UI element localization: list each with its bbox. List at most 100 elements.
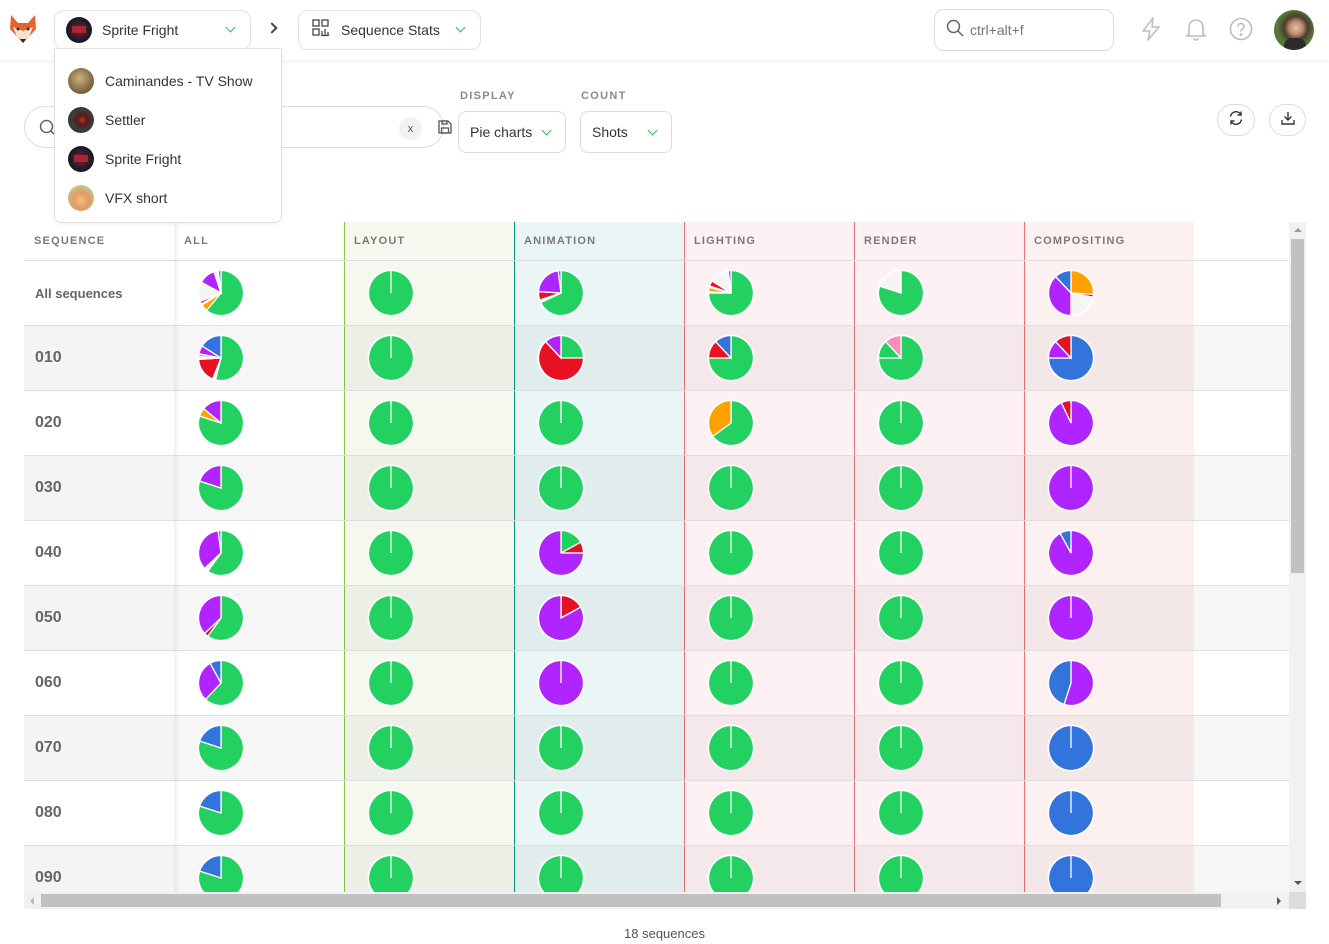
project-option[interactable]: Sprite Fright xyxy=(55,139,281,178)
vertical-scrollbar[interactable] xyxy=(1289,222,1306,892)
clear-search-button[interactable]: x xyxy=(399,117,422,140)
pie-chart-layout[interactable] xyxy=(367,724,415,772)
download-button[interactable] xyxy=(1269,104,1306,136)
column-header-compositing[interactable]: COMPOSITING xyxy=(1024,222,1194,260)
pie-chart-lighting[interactable] xyxy=(707,464,755,512)
refresh-button[interactable] xyxy=(1217,104,1255,136)
sequence-name[interactable]: 070 xyxy=(24,716,174,780)
pie-chart-compositing[interactable] xyxy=(1047,724,1095,772)
project-option[interactable]: Settler xyxy=(55,100,281,139)
pie-chart-all[interactable] xyxy=(197,399,245,447)
pie-chart-render[interactable] xyxy=(877,789,925,837)
pie-chart-compositing[interactable] xyxy=(1047,529,1095,577)
pie-chart-all[interactable] xyxy=(197,724,245,772)
pie-slice-done xyxy=(707,464,755,512)
pie-chart-layout[interactable] xyxy=(367,399,415,447)
pie-chart-render[interactable] xyxy=(877,464,925,512)
pie-chart-compositing[interactable] xyxy=(1047,594,1095,642)
pie-chart-lighting[interactable] xyxy=(707,724,755,772)
pie-chart-compositing[interactable] xyxy=(1047,334,1095,382)
pie-chart-lighting[interactable] xyxy=(707,399,755,447)
scroll-up-icon[interactable] xyxy=(1294,228,1302,232)
pie-chart-all[interactable] xyxy=(197,789,245,837)
lightning-icon[interactable] xyxy=(1138,16,1164,42)
pie-chart-layout[interactable] xyxy=(367,334,415,382)
column-header-render[interactable]: RENDER xyxy=(854,222,1024,260)
pie-chart-render[interactable] xyxy=(877,334,925,382)
project-option[interactable]: Caminandes - TV Show xyxy=(55,61,281,100)
sequence-name[interactable]: 080 xyxy=(24,781,174,845)
global-search[interactable] xyxy=(934,9,1114,51)
pie-chart-all[interactable] xyxy=(197,464,245,512)
pie-chart-compositing[interactable] xyxy=(1047,269,1095,317)
pie-chart-compositing[interactable] xyxy=(1047,399,1095,447)
sequence-name[interactable]: 050 xyxy=(24,586,174,650)
pie-chart-render[interactable] xyxy=(877,269,925,317)
project-option[interactable]: VFX short xyxy=(55,178,281,217)
pie-chart-all[interactable] xyxy=(197,334,245,382)
pie-chart-render[interactable] xyxy=(877,399,925,447)
user-avatar[interactable] xyxy=(1274,10,1314,50)
project-selector[interactable]: Sprite Fright xyxy=(54,10,251,50)
vertical-scroll-thumb[interactable] xyxy=(1291,239,1304,573)
horizontal-scroll-thumb[interactable] xyxy=(41,894,1221,907)
horizontal-scrollbar[interactable] xyxy=(24,892,1289,909)
sequence-name[interactable]: All sequences xyxy=(24,261,174,325)
help-circle-icon[interactable] xyxy=(1228,16,1254,42)
pie-chart-all[interactable] xyxy=(197,269,245,317)
column-header-layout[interactable]: LAYOUT xyxy=(344,222,514,260)
pie-chart-animation[interactable] xyxy=(537,724,585,772)
bell-icon[interactable] xyxy=(1183,16,1209,42)
scroll-left-icon[interactable] xyxy=(30,897,34,905)
pie-chart-compositing[interactable] xyxy=(1047,464,1095,512)
pie-chart-layout[interactable] xyxy=(367,789,415,837)
pie-chart-all[interactable] xyxy=(197,659,245,707)
pie-chart-animation[interactable] xyxy=(537,594,585,642)
pie-chart-animation[interactable] xyxy=(537,464,585,512)
pie-chart-render[interactable] xyxy=(877,659,925,707)
pie-chart-lighting[interactable] xyxy=(707,269,755,317)
pie-chart-layout[interactable] xyxy=(367,594,415,642)
pie-chart-render[interactable] xyxy=(877,594,925,642)
pie-chart-compositing[interactable] xyxy=(1047,659,1095,707)
sequence-name[interactable]: 020 xyxy=(24,391,174,455)
pie-chart-layout[interactable] xyxy=(367,269,415,317)
pie-chart-lighting[interactable] xyxy=(707,659,755,707)
column-header-all[interactable]: ALL xyxy=(174,222,344,260)
pie-chart-animation[interactable] xyxy=(537,789,585,837)
save-icon[interactable] xyxy=(437,119,455,137)
scroll-down-icon[interactable] xyxy=(1294,881,1302,885)
pie-chart-animation[interactable] xyxy=(537,399,585,447)
column-header-lighting[interactable]: LIGHTING xyxy=(684,222,854,260)
pie-chart-animation[interactable] xyxy=(537,659,585,707)
global-search-input[interactable] xyxy=(970,22,1100,38)
view-selector[interactable]: Sequence Stats xyxy=(298,10,481,50)
project-thumbnail xyxy=(68,145,94,172)
sequence-name[interactable]: 010 xyxy=(24,326,174,390)
fox-logo-icon[interactable] xyxy=(8,13,38,45)
pie-chart-all[interactable] xyxy=(197,529,245,577)
scroll-right-icon[interactable] xyxy=(1277,897,1281,905)
column-header-sequence[interactable]: SEQUENCE xyxy=(24,222,174,260)
pie-chart-layout[interactable] xyxy=(367,659,415,707)
column-header-animation[interactable]: ANIMATION xyxy=(514,222,684,260)
pie-chart-layout[interactable] xyxy=(367,529,415,577)
pie-chart-animation[interactable] xyxy=(537,529,585,577)
count-select[interactable]: Shots xyxy=(580,111,672,153)
pie-chart-animation[interactable] xyxy=(537,334,585,382)
pie-chart-all[interactable] xyxy=(197,594,245,642)
pie-chart-lighting[interactable] xyxy=(707,334,755,382)
pie-chart-render[interactable] xyxy=(877,529,925,577)
pie-chart-layout[interactable] xyxy=(367,464,415,512)
display-select[interactable]: Pie charts xyxy=(458,111,566,153)
pie-chart-lighting[interactable] xyxy=(707,789,755,837)
pie-chart-lighting[interactable] xyxy=(707,594,755,642)
sequence-name[interactable]: 030 xyxy=(24,456,174,520)
pie-chart-animation[interactable] xyxy=(537,269,585,317)
sequence-name[interactable]: 060 xyxy=(24,651,174,715)
pie-chart-compositing[interactable] xyxy=(1047,789,1095,837)
pie-chart-lighting[interactable] xyxy=(707,529,755,577)
sequence-name[interactable]: 040 xyxy=(24,521,174,585)
pie-chart-render[interactable] xyxy=(877,724,925,772)
filter-search-input[interactable] xyxy=(295,119,385,135)
